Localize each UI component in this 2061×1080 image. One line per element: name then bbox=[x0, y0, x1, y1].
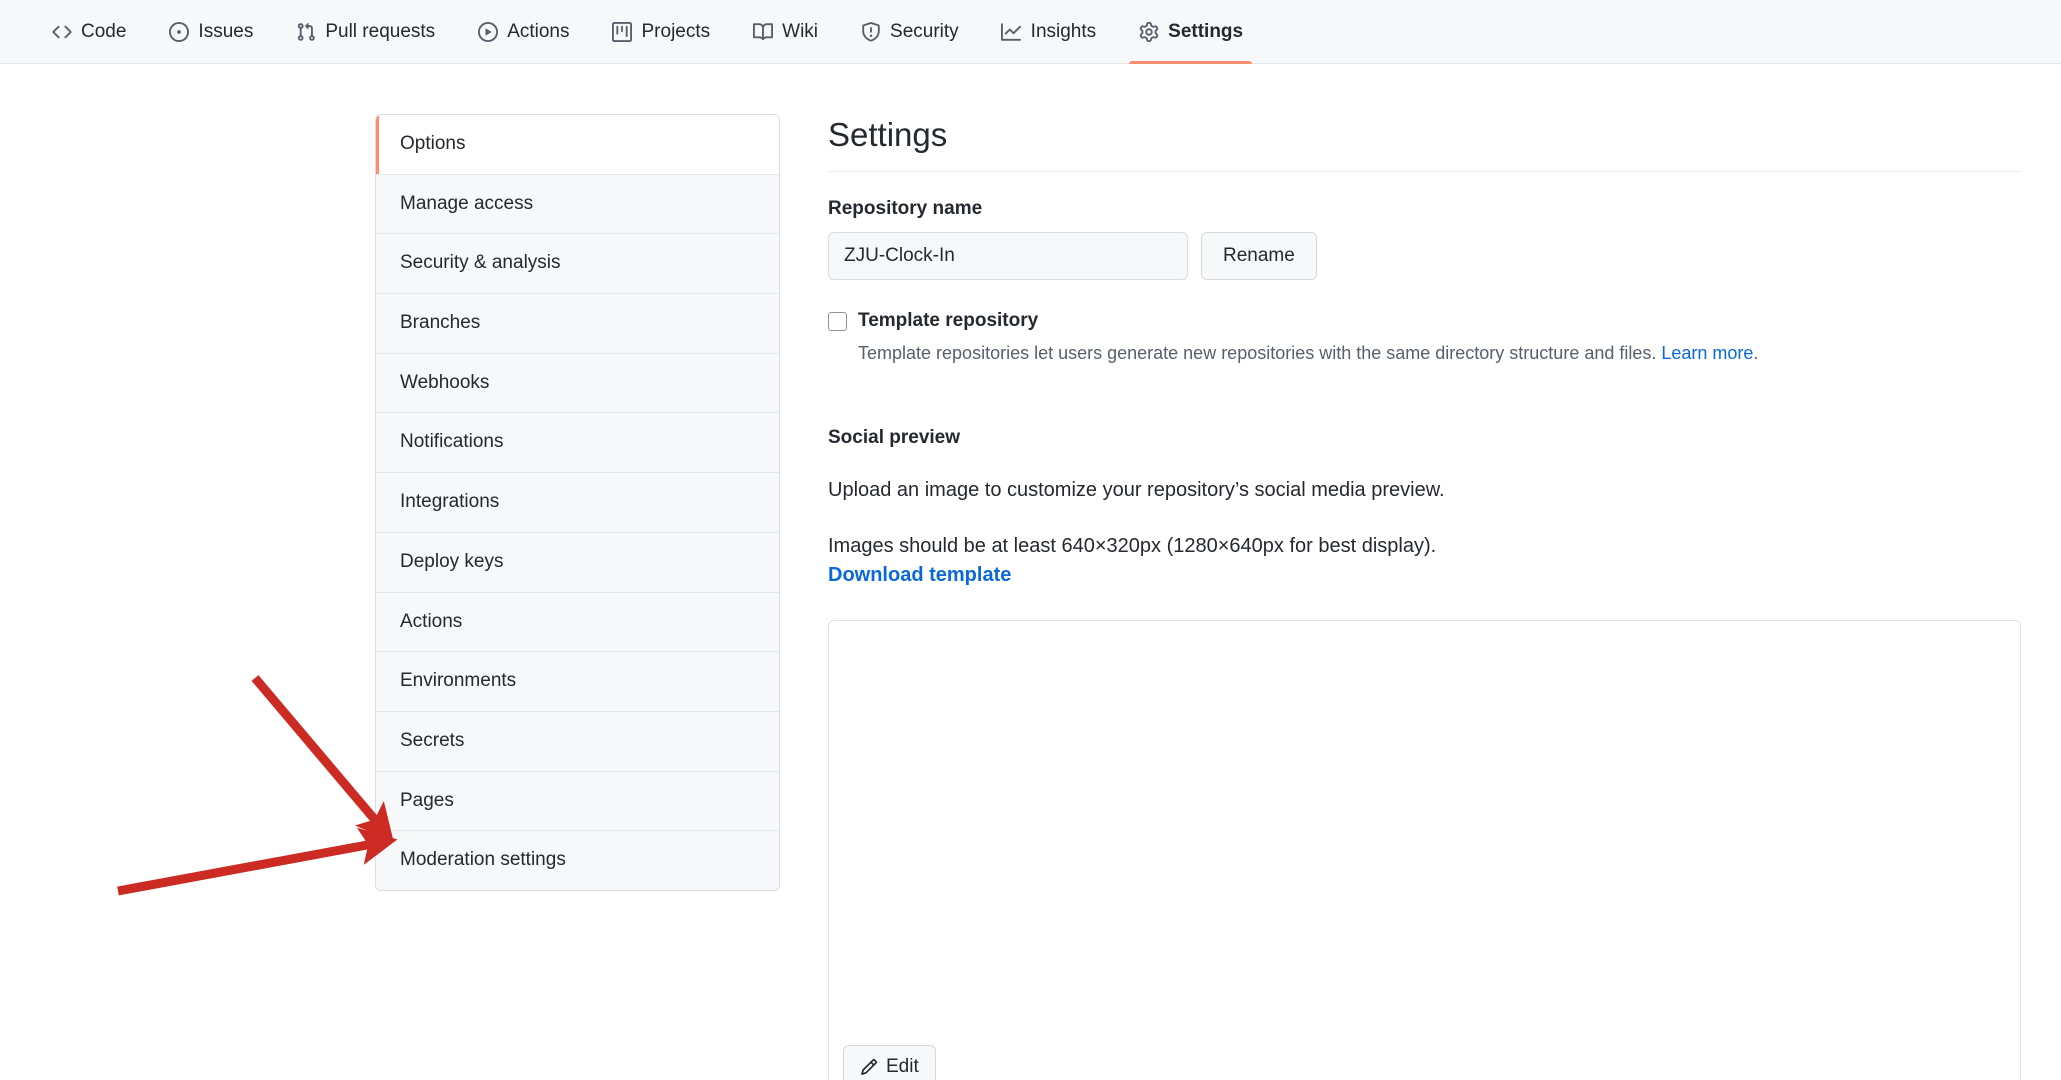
sidebar-item-label: Branches bbox=[400, 312, 481, 334]
repo-nav-tab-label: Insights bbox=[1030, 21, 1097, 42]
social-preview-line2: Images should be at least 640×320px (128… bbox=[828, 532, 2021, 590]
template-repository-description: Template repositories let users generate… bbox=[858, 340, 2021, 367]
sidebar-item-deploy-keys[interactable]: Deploy keys bbox=[376, 532, 779, 593]
template-repository-description-text: Template repositories let users generate… bbox=[858, 343, 1657, 364]
sidebar-item-label: Options bbox=[400, 133, 466, 154]
repo-nav-tab-label: Projects bbox=[641, 21, 711, 42]
sidebar-item-label: Security & analysis bbox=[400, 252, 561, 274]
repository-name-row: Rename bbox=[828, 232, 2021, 281]
sidebar-item-actions[interactable]: Actions bbox=[376, 592, 779, 653]
template-repository-label[interactable]: Template repository bbox=[858, 310, 1038, 332]
settings-menu-column: Options Manage access Security & analysi… bbox=[375, 114, 780, 1080]
social-preview-image-box[interactable]: Edit bbox=[828, 620, 2021, 1080]
sidebar-item-label: Secrets bbox=[400, 729, 465, 751]
repo-nav-tab-settings[interactable]: Settings bbox=[1117, 0, 1264, 64]
sidebar-item-label: Integrations bbox=[400, 491, 500, 513]
sidebar-item-environments[interactable]: Environments bbox=[376, 652, 779, 712]
repo-nav-tab-code[interactable]: Code bbox=[30, 0, 147, 63]
sidebar-item-label: Notifications bbox=[400, 431, 504, 453]
repo-nav-tab-projects[interactable]: Projects bbox=[591, 0, 732, 63]
rename-button[interactable]: Rename bbox=[1201, 232, 1317, 281]
sidebar-item-label: Webhooks bbox=[400, 371, 490, 393]
sidebar-item-label: Moderation settings bbox=[400, 849, 566, 871]
shield-icon bbox=[860, 21, 881, 42]
template-repository-row: Template repository bbox=[828, 310, 2021, 332]
template-description-period: . bbox=[1753, 343, 1759, 364]
template-repository-block: Template repository Template repositorie… bbox=[828, 310, 2021, 367]
settings-content: Settings Repository name Rename Template… bbox=[828, 114, 2061, 1080]
download-template-link[interactable]: Download template bbox=[828, 564, 1011, 586]
repo-nav-tab-label: Settings bbox=[1168, 21, 1244, 42]
template-repository-checkbox[interactable] bbox=[828, 311, 847, 331]
sidebar-item-notifications[interactable]: Notifications bbox=[376, 413, 779, 474]
sidebar-item-label: Actions bbox=[400, 610, 463, 632]
repo-nav-tab-issues[interactable]: Issues bbox=[147, 0, 274, 63]
repo-nav-tab-label: Security bbox=[890, 21, 959, 42]
social-preview-title: Social preview bbox=[828, 427, 961, 449]
social-preview-actions: Edit bbox=[843, 1045, 936, 1080]
sidebar-item-label: Environments bbox=[400, 670, 517, 692]
play-icon bbox=[477, 21, 498, 42]
repo-nav-tab-label: Issues bbox=[198, 21, 254, 42]
repo-nav-tab-wiki[interactable]: Wiki bbox=[731, 0, 839, 63]
graph-icon bbox=[1001, 21, 1022, 42]
template-learn-more-link[interactable]: Learn more bbox=[1661, 343, 1753, 363]
sidebar-item-webhooks[interactable]: Webhooks bbox=[376, 353, 779, 414]
sidebar-item-security-analysis[interactable]: Security & analysis bbox=[376, 234, 779, 295]
repo-nav-tab-label: Actions bbox=[507, 21, 570, 42]
repo-nav-bar: Code Issues Pull requests Actions Projec bbox=[0, 0, 2061, 64]
git-pull-request-icon bbox=[295, 21, 316, 42]
page-title: Settings bbox=[828, 114, 2021, 173]
settings-menu: Options Manage access Security & analysi… bbox=[375, 114, 780, 891]
repo-nav-tab-label: Pull requests bbox=[325, 21, 436, 42]
sidebar-item-label: Pages bbox=[400, 789, 454, 811]
social-preview-line1: Upload an image to customize your reposi… bbox=[828, 479, 1445, 502]
sidebar-item-secrets[interactable]: Secrets bbox=[376, 711, 779, 772]
social-preview-line2-text: Images should be at least 640×320px (128… bbox=[828, 535, 1437, 558]
repository-name-input[interactable] bbox=[828, 232, 1188, 281]
sidebar-item-moderation-settings[interactable]: Moderation settings bbox=[376, 831, 779, 890]
code-icon bbox=[51, 21, 72, 42]
gear-icon bbox=[1138, 21, 1159, 42]
sidebar-item-pages[interactable]: Pages bbox=[376, 771, 779, 832]
repo-nav-tab-insights[interactable]: Insights bbox=[980, 0, 1117, 63]
repo-nav-tab-label: Wiki bbox=[782, 21, 819, 42]
repository-name-label: Repository name bbox=[828, 198, 983, 220]
sidebar-item-branches[interactable]: Branches bbox=[376, 294, 779, 354]
sidebar-item-label: Deploy keys bbox=[400, 550, 504, 572]
book-icon bbox=[752, 21, 773, 42]
project-icon bbox=[612, 21, 633, 42]
issue-opened-icon bbox=[168, 21, 189, 42]
pencil-icon bbox=[860, 1058, 878, 1076]
repo-nav-tab-actions[interactable]: Actions bbox=[456, 0, 590, 63]
sidebar-item-label: Manage access bbox=[400, 192, 534, 214]
repo-nav-tab-pull-requests[interactable]: Pull requests bbox=[274, 0, 456, 63]
sidebar-item-manage-access[interactable]: Manage access bbox=[376, 174, 779, 235]
repo-nav-tab-security[interactable]: Security bbox=[839, 0, 980, 63]
edit-button-label: Edit bbox=[886, 1055, 919, 1077]
settings-page: Options Manage access Security & analysi… bbox=[0, 64, 2061, 1080]
repo-nav-list: Code Issues Pull requests Actions Projec bbox=[30, 0, 1264, 64]
edit-social-preview-button[interactable]: Edit bbox=[843, 1045, 936, 1080]
sidebar-item-integrations[interactable]: Integrations bbox=[376, 473, 779, 533]
sidebar-item-options[interactable]: Options bbox=[376, 115, 779, 175]
repo-nav-tab-label: Code bbox=[81, 21, 127, 42]
